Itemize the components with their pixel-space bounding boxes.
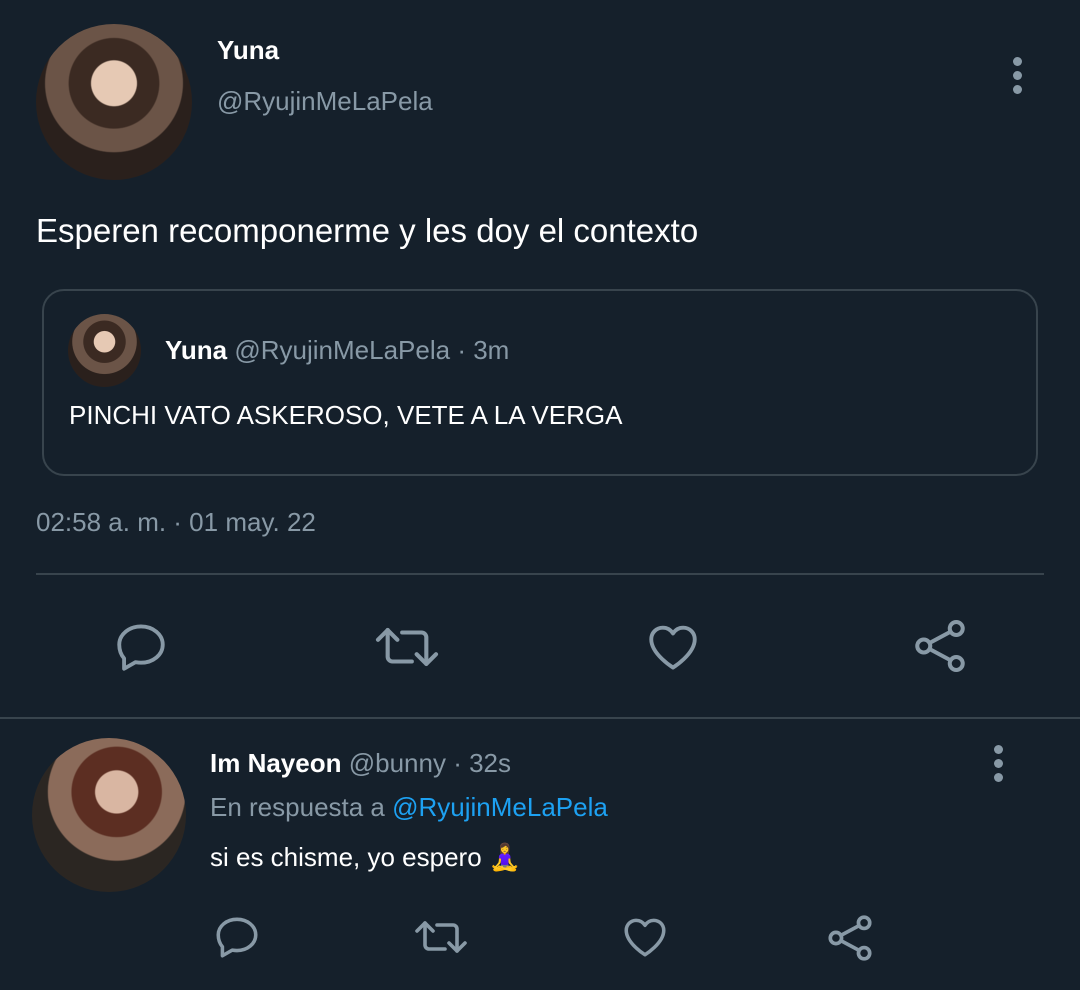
reply-author-line: Im Nayeon @bunny · 32s [210,748,511,779]
reply-text: si es chisme, yo espero 🧘‍♀️ [210,842,522,872]
reply-retweet-icon[interactable] [412,913,470,961]
reply-reply-icon[interactable] [212,912,262,962]
reply-author-name[interactable]: Im Nayeon [210,748,342,778]
reply-author-meta[interactable]: @bunny · 32s [349,748,511,778]
reply-context: En respuesta a @RyujinMeLaPela [210,792,608,823]
author-handle[interactable]: @RyujinMeLaPela [217,86,433,117]
reply-like-icon[interactable] [620,912,670,962]
reply-share-icon[interactable] [824,912,876,964]
share-icon[interactable] [910,616,970,676]
quoted-author-meta: @RyujinMeLaPela · 3m [234,335,510,365]
reply-context-handle[interactable]: @RyujinMeLaPela [392,792,608,822]
tweet-timestamp[interactable]: 02:58 a. m. · 01 may. 22 [36,507,316,538]
reply-icon[interactable] [112,618,170,676]
section-divider [0,717,1080,719]
author-avatar[interactable] [36,24,192,180]
author-name[interactable]: Yuna [217,35,279,66]
tweet-text: Esperen recomponerme y les doy el contex… [36,212,699,249]
divider [36,573,1044,575]
quoted-tweet-text: PINCHI VATO ASKEROSO, VETE A LA VERGA [69,400,623,430]
quoted-author-name: Yuna [165,335,228,365]
quoted-author-avatar [68,314,141,387]
reply-context-prefix: En respuesta a [210,792,385,822]
quoted-tweet[interactable] [42,289,1038,476]
reply-more-options-icon[interactable] [986,745,1010,785]
like-icon[interactable] [643,618,703,676]
reply-author-avatar[interactable] [32,738,186,892]
retweet-icon[interactable] [372,618,442,676]
quoted-author-line: Yuna @RyujinMeLaPela · 3m [165,335,509,366]
more-options-icon[interactable] [1005,57,1029,97]
